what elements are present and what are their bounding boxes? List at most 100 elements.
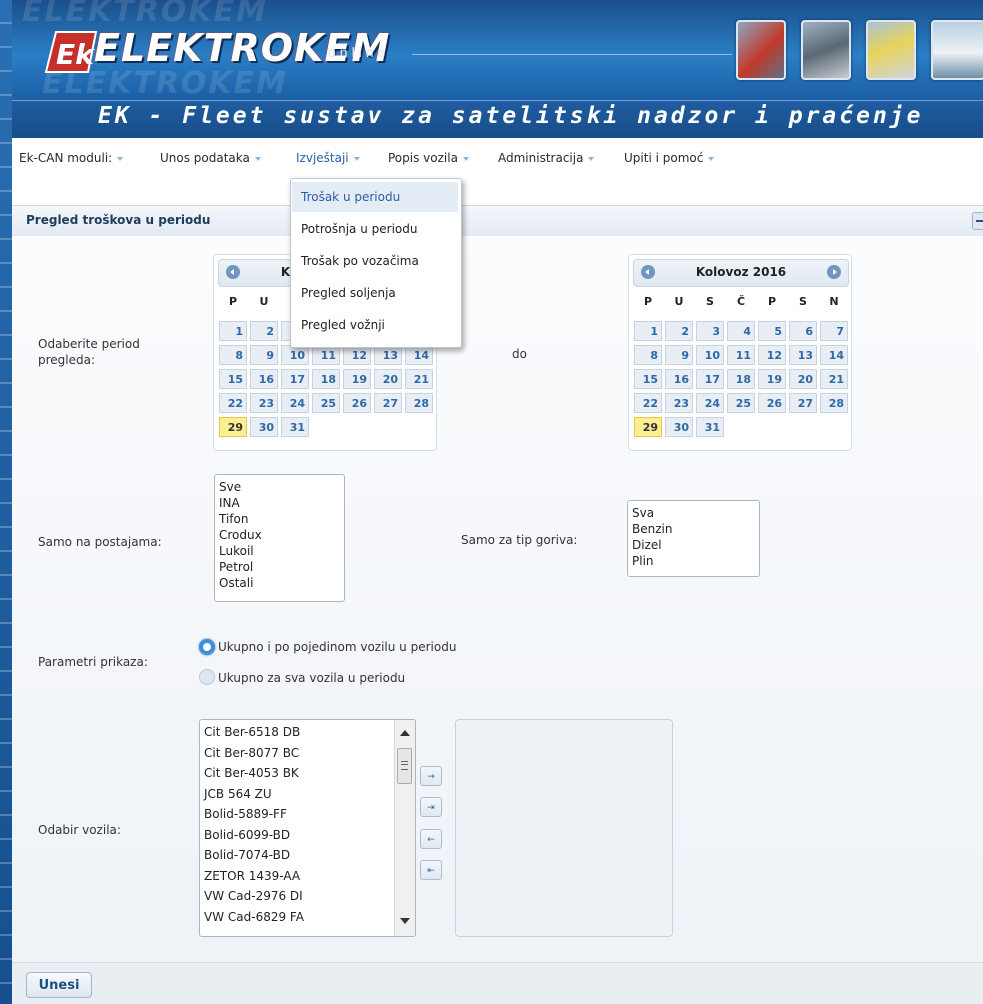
calendar-day[interactable]: 21	[405, 369, 433, 389]
vehicles-selected-list[interactable]	[455, 719, 673, 937]
calendar-day[interactable]: 30	[665, 417, 693, 437]
calendar-day[interactable]: 17	[696, 369, 724, 389]
list-item[interactable]: INA	[215, 495, 344, 511]
scroll-up-icon[interactable]	[400, 730, 410, 736]
radio-ukupno-sva-vozila[interactable]	[199, 669, 215, 685]
list-item[interactable]: ZETOR 1439-AA	[200, 866, 415, 887]
calendar-day[interactable]: 19	[758, 369, 786, 389]
calendar-day[interactable]: 1	[634, 321, 662, 341]
list-item[interactable]: VW Cad-2976 DI	[200, 886, 415, 907]
scroll-down-icon[interactable]	[400, 918, 410, 924]
calendar-day[interactable]: 11	[312, 345, 340, 365]
calendar-day[interactable]: 14	[820, 345, 848, 365]
calendar-day[interactable]: 18	[312, 369, 340, 389]
calendar-day[interactable]: 1	[219, 321, 247, 341]
calendar-day[interactable]: 28	[405, 393, 433, 413]
list-item[interactable]: Sve	[215, 479, 344, 495]
calendar-day[interactable]: 16	[665, 369, 693, 389]
calendar-day[interactable]: 26	[343, 393, 371, 413]
list-item[interactable]: Cit Ber-6518 DB	[200, 722, 415, 743]
fuel-select[interactable]: Sva Benzin Dizel Plin	[627, 500, 760, 577]
calendar-day[interactable]: 25	[312, 393, 340, 413]
calendar-day[interactable]: 20	[374, 369, 402, 389]
menu-administracija[interactable]: Administracija	[498, 151, 595, 165]
move-left-button[interactable]: ←	[420, 829, 442, 849]
calendar-day[interactable]: 11	[727, 345, 755, 365]
calendar-day[interactable]: 19	[343, 369, 371, 389]
calendar-day[interactable]: 27	[789, 393, 817, 413]
calendar-day[interactable]: 23	[665, 393, 693, 413]
calendar-day[interactable]: 8	[634, 345, 662, 365]
calendar-day[interactable]: 2	[665, 321, 693, 341]
dropdown-item-trosak-po-vozacima[interactable]: Trošak po vozačima	[292, 246, 458, 276]
calendar-day[interactable]: 18	[727, 369, 755, 389]
calendar-day[interactable]: 22	[634, 393, 662, 413]
menu-popis-vozila[interactable]: Popis vozila	[388, 151, 469, 165]
collapse-icon[interactable]	[972, 212, 983, 230]
vehicles-available-list[interactable]: Cit Ber-6518 DB Cit Ber-8077 BC Cit Ber-…	[199, 719, 416, 937]
calendar-day[interactable]: 26	[758, 393, 786, 413]
calendar-day[interactable]: 15	[219, 369, 247, 389]
calendar-day[interactable]: 6	[789, 321, 817, 341]
list-item[interactable]: Bolid-7074-BD	[200, 845, 415, 866]
calendar-day[interactable]: 10	[696, 345, 724, 365]
list-item[interactable]: Bolid-5889-FF	[200, 804, 415, 825]
calendar-day[interactable]: 4	[727, 321, 755, 341]
calendar-day[interactable]: 13	[789, 345, 817, 365]
calendar-day[interactable]: 8	[219, 345, 247, 365]
menu-unos-podataka[interactable]: Unos podataka	[160, 151, 261, 165]
menu-upiti-pomoc[interactable]: Upiti i pomoć	[624, 151, 715, 165]
list-item[interactable]: Crodux	[215, 527, 344, 543]
calendar-day[interactable]: 22	[219, 393, 247, 413]
radio-ukupno-po-vozilu[interactable]	[199, 639, 215, 655]
list-item[interactable]: Ostali	[215, 575, 344, 591]
calendar-day[interactable]: 12	[758, 345, 786, 365]
calendar-day[interactable]: 2	[250, 321, 278, 341]
move-right-button[interactable]: →	[420, 766, 442, 786]
list-item[interactable]: VW Cad-6829 FA	[200, 907, 415, 928]
calendar-day[interactable]: 28	[820, 393, 848, 413]
list-item[interactable]: Benzin	[628, 521, 759, 537]
calendar-day[interactable]: 31	[696, 417, 724, 437]
dropdown-item-potrosnja[interactable]: Potrošnja u periodu	[292, 214, 458, 244]
calendar-day[interactable]: 30	[250, 417, 278, 437]
calendar-day[interactable]: 10	[281, 345, 309, 365]
calendar-day[interactable]: 9	[250, 345, 278, 365]
calendar-day[interactable]: 25	[727, 393, 755, 413]
calendar-day[interactable]: 29	[219, 417, 247, 437]
list-item[interactable]: Lukoil	[215, 543, 344, 559]
scroll-thumb[interactable]	[397, 748, 412, 784]
calendar-day[interactable]: 23	[250, 393, 278, 413]
list-item[interactable]: Plin	[628, 553, 759, 569]
calendar-day[interactable]: 24	[281, 393, 309, 413]
move-all-left-button[interactable]: ⇤	[420, 860, 442, 880]
dropdown-item-trosak-u-periodu[interactable]: Trošak u periodu	[292, 182, 458, 212]
menu-ekcan[interactable]: Ek-CAN moduli:	[19, 151, 124, 165]
calendar-day[interactable]: 13	[374, 345, 402, 365]
calendar-day[interactable]: 17	[281, 369, 309, 389]
list-item[interactable]: Sva	[628, 505, 759, 521]
list-item[interactable]: Dizel	[628, 537, 759, 553]
stations-select[interactable]: Sve INA Tifon Crodux Lukoil Petrol Ostal…	[214, 474, 345, 602]
calendar-day[interactable]: 3	[696, 321, 724, 341]
calendar-day[interactable]: 24	[696, 393, 724, 413]
calendar-day[interactable]: 12	[343, 345, 371, 365]
calendar-day[interactable]: 27	[374, 393, 402, 413]
move-all-right-button[interactable]: ⇥	[420, 797, 442, 817]
list-item[interactable]: Petrol	[215, 559, 344, 575]
list-item[interactable]: Cit Ber-4053 BK	[200, 763, 415, 784]
vehicles-scrollbar[interactable]	[394, 720, 415, 936]
menu-izvjestaji[interactable]: Izvještaji	[296, 151, 360, 165]
calendar-day[interactable]: 16	[250, 369, 278, 389]
next-month-icon[interactable]	[827, 265, 841, 279]
submit-button[interactable]: Unesi	[26, 972, 92, 998]
calendar-day[interactable]: 9	[665, 345, 693, 365]
calendar-day[interactable]: 14	[405, 345, 433, 365]
calendar-day[interactable]: 7	[820, 321, 848, 341]
calendar-day[interactable]: 20	[789, 369, 817, 389]
calendar-day[interactable]: 31	[281, 417, 309, 437]
calendar-day[interactable]: 15	[634, 369, 662, 389]
calendar-day[interactable]: 21	[820, 369, 848, 389]
list-item[interactable]: Tifon	[215, 511, 344, 527]
list-item[interactable]: Bolid-6099-BD	[200, 825, 415, 846]
